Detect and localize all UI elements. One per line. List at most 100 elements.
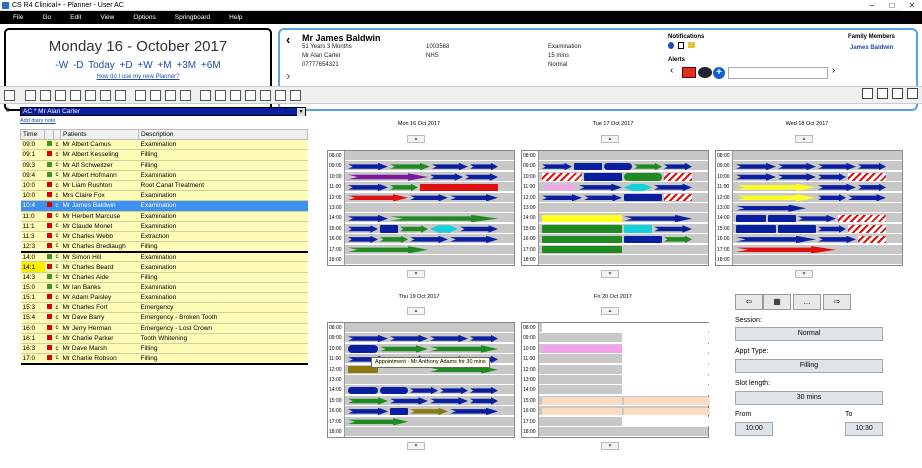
calendar-find-icon[interactable] — [115, 90, 126, 101]
table-row[interactable]: 17:0 c Mr Charlie Robson Filling — [20, 353, 308, 365]
appointment-block[interactable] — [420, 183, 498, 192]
time-slot[interactable] — [539, 203, 708, 213]
document-icon[interactable] — [678, 42, 684, 49]
appt-patient[interactable]: Mr Charles Aide — [60, 272, 139, 283]
add-diary-note-link[interactable]: Add diary note — [20, 118, 55, 124]
day-grid-thu[interactable]: 08:00 09:00 10:00 11:00 12:00 13:00 14:00 15:00… — [327, 322, 515, 439]
table-row[interactable]: 09:4 c Mr Albert Hofmann Examination — [20, 170, 308, 181]
column-view-icon[interactable] — [892, 88, 903, 99]
family-member-link[interactable]: James Baldwin — [850, 45, 893, 51]
table-row[interactable]: 15:3 c Mr Charles Fort Emergency — [20, 302, 308, 314]
time-slot[interactable] — [539, 427, 708, 437]
appointment-block[interactable] — [858, 235, 886, 244]
appointment-block[interactable] — [542, 407, 622, 416]
appointment-block[interactable] — [624, 397, 710, 405]
appt-patient[interactable]: Mr Albert Camus — [60, 139, 139, 151]
eye-alert-icon[interactable] — [698, 67, 712, 78]
appt-patient[interactable]: Mr Alf Schweitzer — [60, 160, 139, 171]
header-description[interactable]: Description — [138, 128, 308, 141]
scroll-down-icon[interactable]: ▼ — [795, 270, 813, 279]
appointment-block[interactable] — [348, 345, 378, 353]
time-slot[interactable] — [345, 151, 514, 161]
table-row[interactable]: 09:0 c Mr Albert Camus Examination — [20, 139, 308, 151]
day-grid-tue[interactable]: 08:00 09:00 10:00 11:00 12:00 13:00 14:00 15:00… — [521, 150, 709, 267]
appointment-block[interactable] — [736, 225, 776, 233]
menu-file[interactable]: File — [13, 14, 23, 21]
table-row[interactable]: 11:1 c Mr Claude Monet Examination — [20, 221, 308, 232]
table-row[interactable]: 09:3 c Mr Alf Schweitzer Filling — [20, 160, 308, 171]
appointment-block[interactable] — [622, 364, 710, 374]
arrow-right-icon[interactable]: ⇨ — [823, 294, 851, 310]
appt-patient[interactable]: Mr Albert Hofmann — [60, 170, 139, 181]
appointment-block[interactable] — [380, 386, 408, 395]
time-slot[interactable] — [345, 203, 514, 213]
table-row[interactable]: 14:1 c Mr Charles Beard Examination — [20, 261, 308, 273]
document-view-icon[interactable] — [275, 90, 286, 101]
planner-help-link[interactable]: How do I use my new Planner? — [6, 74, 270, 80]
minimize-icon[interactable]: – — [862, 0, 882, 11]
menu-edit[interactable]: Edit — [70, 14, 81, 21]
appointment-block[interactable] — [542, 235, 622, 244]
appointment-block[interactable] — [848, 173, 886, 181]
user-icon-1[interactable] — [200, 90, 211, 101]
table-row[interactable]: 11:0 c Mr Herbert Marcuse Examination — [20, 211, 308, 222]
scroll-down-icon[interactable]: ▼ — [407, 442, 425, 451]
appointment-block[interactable] — [542, 246, 622, 254]
tooth-icon[interactable] — [290, 90, 301, 101]
appt-patient[interactable]: Mr Liam Rushton — [60, 180, 139, 192]
table-row[interactable]: 14:0 c Mr Simon Hill Examination — [20, 251, 308, 263]
grid-icon[interactable] — [260, 90, 271, 101]
prev-patient-icon[interactable]: ‹ — [286, 32, 290, 47]
appt-patient[interactable]: Mr Albert Kesseling — [60, 149, 139, 161]
table-row[interactable]: 10:0 c Mr Liam Rushton Root Canal Treatment — [20, 180, 308, 192]
appointment-block[interactable] — [542, 323, 710, 333]
table-row[interactable]: 16:0 c Mr Jerry Herman Emergency - Lost Cro… — [20, 323, 308, 334]
appt-patient[interactable]: Mr Dave Barry — [60, 312, 139, 324]
appt-patient[interactable]: Mrs Claire Fox — [60, 190, 139, 202]
calendar-icon-panel[interactable]: ▦ — [763, 294, 791, 310]
appointment-block[interactable] — [838, 214, 886, 223]
from-value[interactable]: 10:00 — [735, 422, 773, 436]
table-row[interactable]: 11:3 c Mr Charles Webb Extraction — [20, 231, 308, 243]
user-icon-2[interactable] — [215, 90, 226, 101]
time-slot[interactable] — [345, 255, 514, 265]
patient-find-icon[interactable] — [150, 90, 161, 101]
toolbar-tool-icon-1[interactable] — [4, 90, 15, 101]
appointment-block[interactable] — [624, 235, 662, 244]
appointment-block[interactable] — [622, 343, 710, 354]
appt-patient[interactable]: Mr Charlie Robson — [60, 353, 139, 365]
appointment-block[interactable] — [542, 345, 622, 353]
appointment-block[interactable] — [390, 407, 408, 416]
table-row[interactable]: 16:3 c Mr Dave Marsh Filling — [20, 343, 308, 355]
scroll-up-icon[interactable]: ▲ — [601, 135, 619, 143]
table-row[interactable]: 10:0 c Mrs Claire Fox Examination — [20, 190, 308, 202]
menu-go[interactable]: Go — [42, 14, 51, 21]
appt-patient[interactable]: Mr Charles Fort — [60, 302, 139, 314]
more-button[interactable]: ... — [793, 294, 821, 310]
calendar-edit-icon[interactable] — [85, 90, 96, 101]
appointment-block[interactable] — [778, 225, 816, 233]
patient-add-icon[interactable] — [135, 90, 146, 101]
calendar-month-icon[interactable] — [55, 90, 66, 101]
appointment-block[interactable] — [736, 214, 766, 223]
date-navigation[interactable]: -W -D Today +D +W +M +3M +6M — [6, 60, 270, 71]
scroll-down-icon[interactable]: ▼ — [601, 442, 619, 451]
appt-type-value[interactable]: Filling — [735, 359, 883, 373]
appointment-block[interactable] — [768, 214, 796, 223]
table-row[interactable]: 16:1 c Mr Charlie Parker Tooth Whitening — [20, 333, 308, 344]
scroll-up-icon[interactable]: ▲ — [407, 135, 425, 143]
add-alert-icon[interactable]: + — [713, 67, 725, 79]
appointment-block[interactable] — [348, 386, 378, 395]
time-slot[interactable] — [733, 255, 902, 265]
refresh-icon[interactable] — [862, 88, 873, 99]
appointment-block[interactable] — [604, 162, 632, 171]
dentist-select[interactable]: AC * Mr Alan Carter ▼ — [20, 107, 306, 116]
menu-springboard[interactable]: Springboard — [175, 14, 210, 21]
appointment-block[interactable] — [542, 173, 582, 181]
appointment-block[interactable] — [624, 194, 662, 202]
split-view-icon[interactable] — [907, 88, 918, 99]
appt-patient[interactable]: Mr Charles Bredlaugh — [60, 241, 139, 253]
appt-patient[interactable]: Mr Charles Beard — [60, 261, 139, 273]
patient-move-icon[interactable] — [165, 90, 176, 101]
calendar-icon[interactable] — [25, 90, 36, 101]
